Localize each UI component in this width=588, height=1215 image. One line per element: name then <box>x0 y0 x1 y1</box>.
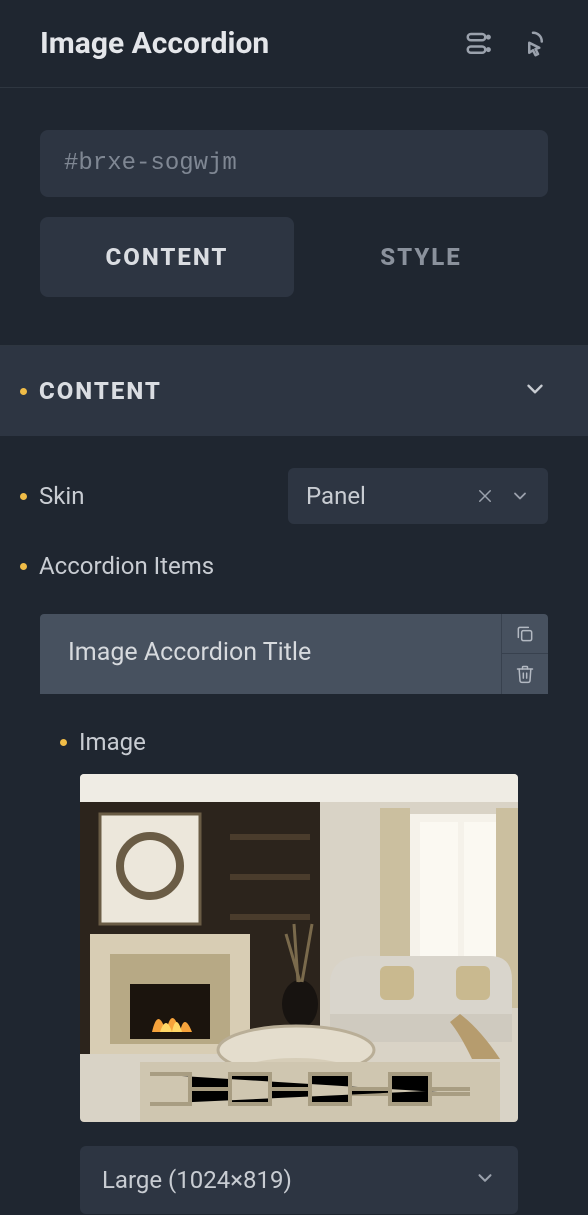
panel-header: Image Accordion <box>0 0 588 88</box>
image-label: Image <box>79 728 146 756</box>
tabs: CONTENT STYLE <box>40 217 548 297</box>
clear-icon[interactable] <box>476 486 494 506</box>
skin-select-value: Panel <box>306 482 476 510</box>
section-title: CONTENT <box>39 377 162 405</box>
controls-area: Skin Panel Accordion Items <box>0 436 588 1214</box>
image-size-value: Large (1024×819) <box>102 1166 292 1194</box>
skin-select[interactable]: Panel <box>288 468 548 524</box>
element-id-field[interactable]: #brxe-sogwjm <box>40 130 548 197</box>
control-skin: Skin Panel <box>20 454 548 538</box>
tab-content[interactable]: CONTENT <box>40 217 294 297</box>
accordion-item-title: Image Accordion Title <box>40 614 501 694</box>
bullet-icon <box>20 563 27 570</box>
structure-icon[interactable] <box>464 29 494 59</box>
chevron-down-icon <box>474 1167 496 1193</box>
section-header-content[interactable]: CONTENT <box>0 346 588 436</box>
image-size-select[interactable]: Large (1024×819) <box>80 1146 518 1214</box>
top-section: #brxe-sogwjm CONTENT STYLE <box>0 88 588 346</box>
panel-title: Image Accordion <box>40 26 269 61</box>
accordion-items-list: Image Accordion Title <box>20 614 548 1214</box>
chevron-down-icon[interactable] <box>510 486 530 506</box>
chevron-down-icon <box>522 376 548 406</box>
image-field-row: Image <box>60 714 548 774</box>
tab-style[interactable]: STYLE <box>294 217 548 297</box>
accordion-items-label: Accordion Items <box>39 552 214 580</box>
header-icons <box>464 29 548 59</box>
duplicate-button[interactable] <box>502 614 548 654</box>
bullet-icon <box>20 388 27 395</box>
accordion-item-actions <box>501 614 548 694</box>
skin-label: Skin <box>39 482 85 510</box>
interactions-icon[interactable] <box>518 29 548 59</box>
accordion-item-body: Image <box>40 694 548 1214</box>
image-preview[interactable] <box>80 774 518 1122</box>
accordion-item-header[interactable]: Image Accordion Title <box>40 614 548 694</box>
accordion-item: Image Accordion Title <box>40 614 548 1214</box>
bullet-icon <box>60 739 67 746</box>
delete-button[interactable] <box>502 654 548 694</box>
control-accordion-items: Accordion Items <box>20 538 548 594</box>
bullet-icon <box>20 493 27 500</box>
